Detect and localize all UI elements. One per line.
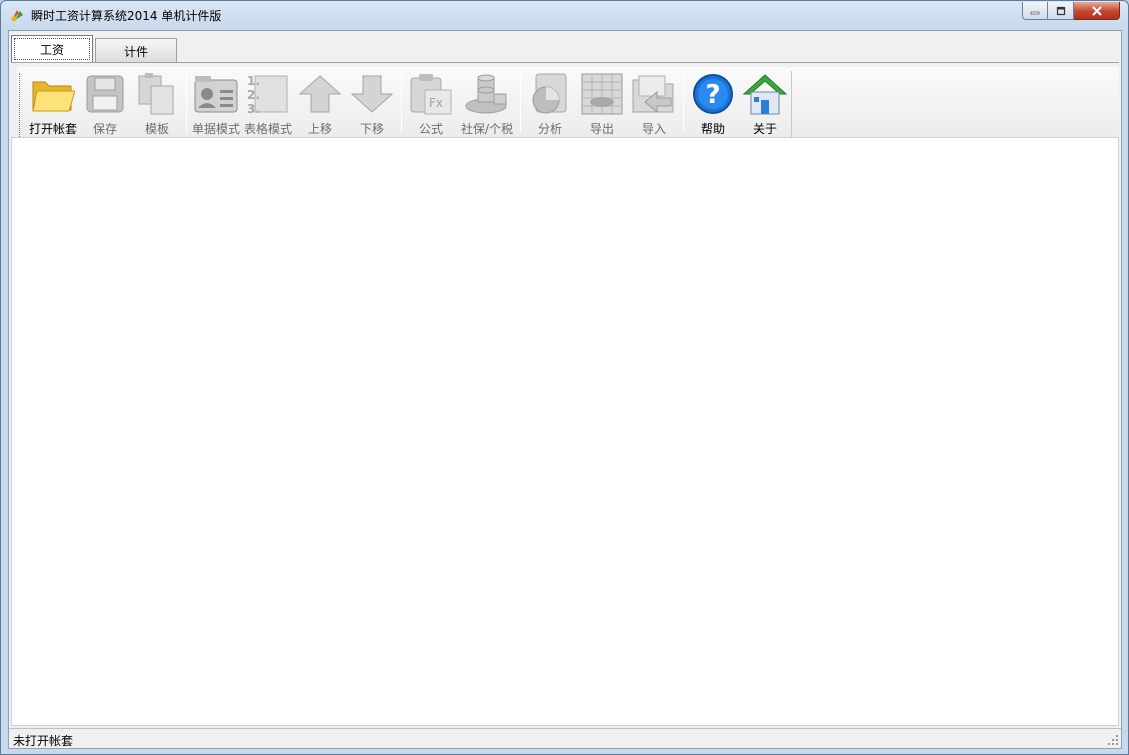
- main-content-area[interactable]: [11, 137, 1119, 726]
- open-account-label: 打开帐套: [28, 122, 77, 136]
- single-mode-label: 单据模式: [191, 122, 240, 136]
- clipboard-fx-icon: Fx: [410, 73, 452, 114]
- tab-label: 工资: [39, 43, 64, 57]
- toolbar-separator: [683, 71, 684, 133]
- single-mode-button[interactable]: 单据模式: [190, 67, 242, 137]
- tab-label: 计件: [123, 44, 148, 59]
- client-area: 工资 计件 打开帐套 保存 模板 单据模式 1. 2. 3. 表格模式 上移 下…: [8, 30, 1122, 749]
- open-account-button[interactable]: 打开帐套: [27, 67, 79, 137]
- table-mode-label: 表格模式: [243, 122, 292, 136]
- formula-label: 公式: [418, 122, 443, 136]
- resize-grip-icon[interactable]: [1107, 734, 1119, 746]
- analyze-button[interactable]: 分析: [524, 67, 576, 137]
- template-label: 模板: [144, 122, 169, 136]
- svg-text:1.: 1.: [247, 74, 260, 88]
- minimize-icon: [1030, 11, 1040, 14]
- question-mark-icon: ?: [693, 73, 733, 114]
- id-card-icon: [194, 75, 238, 112]
- app-logo-icon: [11, 10, 23, 22]
- import-label: 导入: [641, 122, 666, 136]
- svg-text:?: ?: [705, 80, 720, 110]
- arrow-up-icon: [298, 74, 342, 112]
- status-text: 未打开帐套: [13, 734, 74, 748]
- svg-text:Fx: Fx: [429, 96, 443, 110]
- formula-button[interactable]: Fx 公式: [405, 67, 457, 137]
- title-bar[interactable]: 瞬时工资计算系统2014 单机计件版: [1, 1, 1128, 29]
- window-title: 瞬时工资计算系统2014 单机计件版: [31, 9, 222, 23]
- tab-strip: 工资 计件: [11, 33, 179, 63]
- house-icon: [742, 73, 788, 114]
- svg-text:3.: 3.: [247, 102, 260, 116]
- copy-documents-icon: [138, 72, 174, 114]
- floppy-disk-icon: [86, 75, 124, 112]
- social-tax-button[interactable]: 社保/个税: [457, 67, 517, 137]
- toolbar-separator: [401, 71, 402, 133]
- import-button[interactable]: 导入: [628, 67, 680, 137]
- social-tax-label: 社保/个税: [460, 122, 514, 136]
- maximize-button[interactable]: [1048, 2, 1074, 20]
- move-down-button[interactable]: 下移: [346, 67, 398, 137]
- help-label: 帮助: [700, 122, 725, 136]
- toolbar-end-divider: [791, 71, 792, 137]
- close-button[interactable]: [1074, 2, 1120, 20]
- save-button[interactable]: 保存: [79, 67, 131, 137]
- coin-stack-icon: [465, 74, 507, 113]
- export-button[interactable]: 导出: [576, 67, 628, 137]
- numbered-list-icon: 1. 2. 3.: [247, 74, 288, 116]
- help-button[interactable]: ? 帮助: [687, 67, 739, 137]
- toolbar-grip[interactable]: [19, 73, 23, 137]
- template-button[interactable]: 模板: [131, 67, 183, 137]
- analyze-label: 分析: [537, 122, 562, 136]
- toolbar-separator: [520, 71, 521, 133]
- toolbar: 打开帐套 保存 模板 单据模式 1. 2. 3. 表格模式 上移 下移 Fx 公…: [17, 67, 1119, 137]
- table-mode-button[interactable]: 1. 2. 3. 表格模式: [242, 67, 294, 137]
- arrow-down-icon: [350, 75, 394, 113]
- close-icon: [1091, 5, 1102, 16]
- folder-import-icon: [632, 75, 674, 113]
- toolbar-panel: 打开帐套 保存 模板 单据模式 1. 2. 3. 表格模式 上移 下移 Fx 公…: [11, 62, 1119, 137]
- svg-text:2.: 2.: [247, 88, 260, 102]
- app-window: 瞬时工资计算系统2014 单机计件版 工资 计件 打开帐套 保存 模板 单据模式…: [0, 0, 1129, 755]
- about-label: 关于: [752, 122, 777, 136]
- tab-piecework[interactable]: 计件: [95, 38, 177, 63]
- about-button[interactable]: 关于: [739, 67, 791, 137]
- minimize-button[interactable]: [1022, 2, 1048, 20]
- save-label: 保存: [92, 122, 117, 136]
- spreadsheet-icon: [581, 73, 623, 114]
- move-up-label: 上移: [307, 122, 332, 136]
- pie-chart-icon: [532, 73, 567, 113]
- restore-icon: [1056, 6, 1065, 15]
- move-down-label: 下移: [359, 122, 384, 136]
- toolbar-separator: [186, 71, 187, 133]
- status-bar: 未打开帐套: [9, 728, 1121, 748]
- tab-salary[interactable]: 工资: [11, 35, 93, 63]
- export-label: 导出: [589, 122, 614, 136]
- move-up-button[interactable]: 上移: [294, 67, 346, 137]
- folder-icon: [32, 81, 75, 111]
